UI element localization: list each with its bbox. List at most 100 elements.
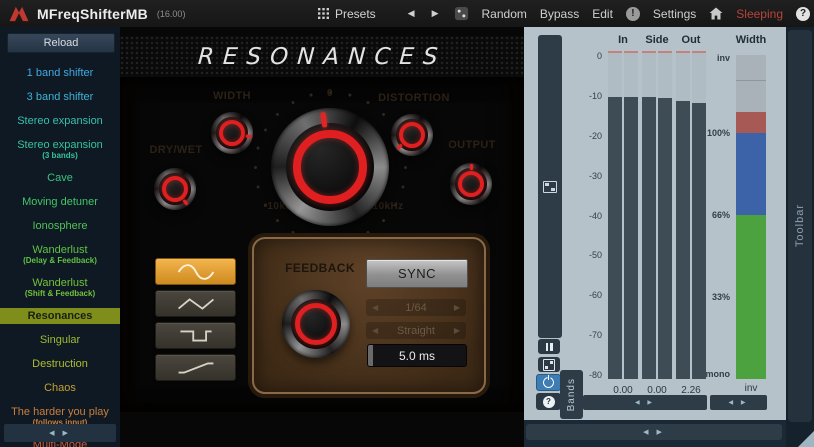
stepper-right-icon[interactable]: ▶ xyxy=(454,303,460,312)
width-hscrollbar[interactable]: ◀ ▶ xyxy=(710,395,767,410)
width-meter xyxy=(736,55,766,379)
frequency-shift-knob[interactable] xyxy=(271,108,389,226)
stepper-left-icon[interactable]: ◀ xyxy=(372,326,378,335)
toolbar-tab[interactable]: Toolbar xyxy=(788,30,812,422)
feedback-time-field[interactable]: 5.0 ms xyxy=(367,344,467,367)
sleeping-status[interactable]: Sleeping xyxy=(736,7,783,21)
width-meter-label: Width xyxy=(729,34,773,46)
output-knob[interactable] xyxy=(450,163,492,205)
preset-item[interactable]: Singular xyxy=(0,332,120,348)
bottom-bar: ◀ ▶ xyxy=(524,420,786,447)
pause-icon xyxy=(546,343,553,351)
sidebar-scrollbar[interactable]: ◀ ▶ xyxy=(4,424,116,442)
preset-item[interactable]: Cave xyxy=(0,170,120,186)
sync-button[interactable]: SYNC xyxy=(366,259,468,288)
preset-item[interactable]: Wanderlust(Shift & Feedback) xyxy=(0,275,120,300)
toolbar-column: Toolbar xyxy=(786,27,814,447)
device-title: RESONANCES xyxy=(197,44,447,70)
preset-item[interactable]: Stereo expansion(3 bands) xyxy=(0,137,120,162)
feedback-knob[interactable] xyxy=(282,290,350,358)
power-button[interactable] xyxy=(536,374,561,391)
settings-button[interactable]: Settings xyxy=(653,7,696,21)
app-title: MFreqShifterMB xyxy=(37,6,148,22)
waveform-button-square[interactable] xyxy=(155,322,236,349)
edit-button[interactable]: Edit xyxy=(592,7,613,21)
meter-track xyxy=(624,51,638,379)
titlebar-right: ◀ ▶ Random Bypass Edit ! Settings Sleepi… xyxy=(406,0,810,27)
preset-item[interactable]: Destruction xyxy=(0,356,120,372)
meter-in: In0.00 xyxy=(608,51,638,379)
meter-columns: In0.00Side0.00Out2.26 xyxy=(608,51,706,379)
preset-item[interactable]: Resonances xyxy=(0,308,120,324)
tiles-icon xyxy=(543,359,555,371)
vertical-scrollbar[interactable] xyxy=(538,35,562,338)
meter-fill xyxy=(642,97,656,379)
width-knob[interactable] xyxy=(211,112,253,154)
presets-button[interactable]: Presets xyxy=(318,0,376,27)
layout-button[interactable] xyxy=(538,357,560,372)
scale-label: -30 xyxy=(589,171,602,181)
sync-mode-stepper[interactable]: ◀ Straight ▶ xyxy=(366,322,466,339)
stepper-right-icon[interactable]: ▶ xyxy=(454,326,460,335)
prev-preset-button[interactable]: ◀ xyxy=(406,8,417,19)
bypass-button[interactable]: Bypass xyxy=(540,7,579,21)
preset-item[interactable]: Chaos xyxy=(0,380,120,396)
triangle-wave-icon xyxy=(173,293,219,315)
home-icon[interactable] xyxy=(709,7,723,20)
preset-sidebar: Reload 1 band shifter 3 band shifter Stere… xyxy=(0,27,120,447)
titlebar: MFreqShifterMB (16.00) Presets ◀ ▶ Rando… xyxy=(0,0,814,27)
melda-logo-icon xyxy=(8,4,30,24)
width-meter-segment xyxy=(736,133,766,215)
preset-item[interactable]: Stereo expansion xyxy=(0,113,120,129)
next-preset-button[interactable]: ▶ xyxy=(430,8,441,19)
preset-item[interactable]: 1 band shifter xyxy=(0,65,120,81)
help-icon[interactable]: ? xyxy=(796,7,810,21)
presets-label: Presets xyxy=(335,7,376,21)
meter-fill xyxy=(608,97,622,379)
preset-item[interactable]: Wanderlust(Delay & Feedback) xyxy=(0,242,120,267)
scale-label: -40 xyxy=(589,211,602,221)
preset-item[interactable]: 3 band shifter xyxy=(0,89,120,105)
dry-wet-knob[interactable] xyxy=(154,168,196,210)
width-meter-divider xyxy=(736,80,766,81)
reload-button[interactable]: Reload xyxy=(7,33,115,53)
output-label: OUTPUT xyxy=(442,139,502,151)
waveform-button-sine[interactable] xyxy=(155,258,236,285)
sync-mode-value: Straight xyxy=(397,325,435,337)
stepper-left-icon[interactable]: ◀ xyxy=(372,303,378,312)
meter-fill xyxy=(658,98,672,379)
meter-fill xyxy=(676,101,690,379)
dice-icon[interactable] xyxy=(454,6,469,21)
knob-pointer xyxy=(450,163,492,205)
preset-item[interactable]: Moving detuner xyxy=(0,194,120,210)
scale-label: -50 xyxy=(589,250,602,260)
meter-help-button[interactable]: ? xyxy=(536,393,561,410)
pause-button[interactable] xyxy=(538,339,560,354)
sync-rate-stepper[interactable]: ◀ 1/64 ▶ xyxy=(366,299,466,316)
resize-grip[interactable] xyxy=(798,431,814,447)
meter-side: Side0.00 xyxy=(642,51,672,379)
distortion-knob[interactable] xyxy=(391,114,433,156)
waveform-button-saw[interactable] xyxy=(155,354,236,381)
random-button[interactable]: Random xyxy=(482,7,527,21)
meter-hscrollbar[interactable]: ◀ ▶ xyxy=(583,395,707,410)
bottom-scrollbar[interactable]: ◀ ▶ xyxy=(526,424,782,440)
dry-wet-label: DRY/WET xyxy=(140,144,212,156)
width-meter-segment xyxy=(736,55,766,112)
feedback-label: FEEDBACK xyxy=(270,261,370,275)
width-scale-label: 66% xyxy=(712,210,730,220)
knob-pointer xyxy=(208,109,257,158)
info-icon[interactable]: ! xyxy=(626,7,640,21)
question-icon: ? xyxy=(543,396,555,408)
app-version: (16.00) xyxy=(157,9,186,19)
meter-track xyxy=(676,51,690,379)
waveform-button-triangle[interactable] xyxy=(155,290,236,317)
meter-panel: ? Bands 0-10-20-30-40-50-60-70-80 In0.00… xyxy=(524,27,786,420)
preset-item[interactable]: Ionosphere xyxy=(0,218,120,234)
device-panel: RESONANCES DRY/WET WIDTH 0 -10kHz +10kHz… xyxy=(120,27,524,447)
presets-grid-icon xyxy=(318,8,329,19)
saw-wave-icon xyxy=(173,357,219,379)
square-wave-icon xyxy=(173,325,219,347)
meter-scale: 0-10-20-30-40-50-60-70-80 xyxy=(580,51,606,379)
width-scale-label: 33% xyxy=(712,292,730,302)
